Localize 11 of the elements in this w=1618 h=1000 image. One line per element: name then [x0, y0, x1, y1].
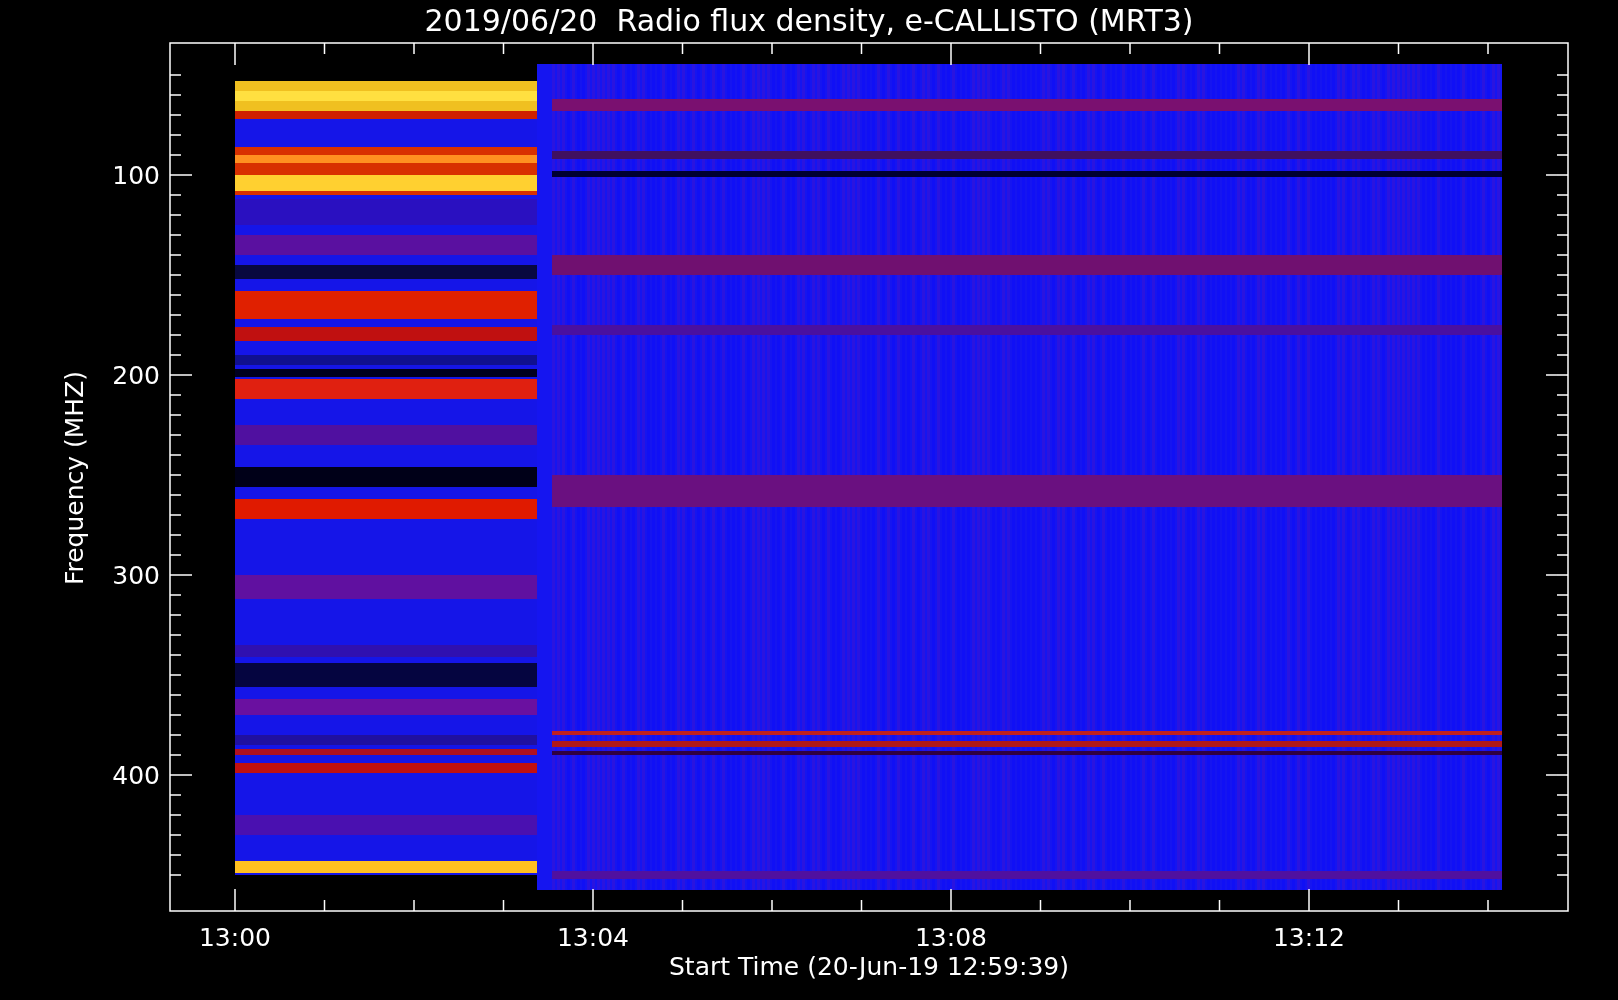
- x-tick-label: 13:08: [915, 923, 987, 952]
- y-tick-label: 300: [112, 561, 160, 590]
- y-tick-label: 400: [112, 761, 160, 790]
- x-axis-label: Start Time (20-Jun-19 12:59:39): [669, 952, 1069, 981]
- x-tick-label: 13:00: [199, 923, 271, 952]
- x-tick-label: 13:12: [1273, 923, 1345, 952]
- plot-title: 2019/06/20 Radio flux density, e-CALLISTO (MRT3): [424, 3, 1194, 38]
- y-tick-label: 100: [112, 161, 160, 190]
- y-axis-label: Frequency (MHZ): [60, 370, 89, 586]
- x-tick-label: 13:04: [557, 923, 629, 952]
- y-tick-label: 200: [112, 361, 160, 390]
